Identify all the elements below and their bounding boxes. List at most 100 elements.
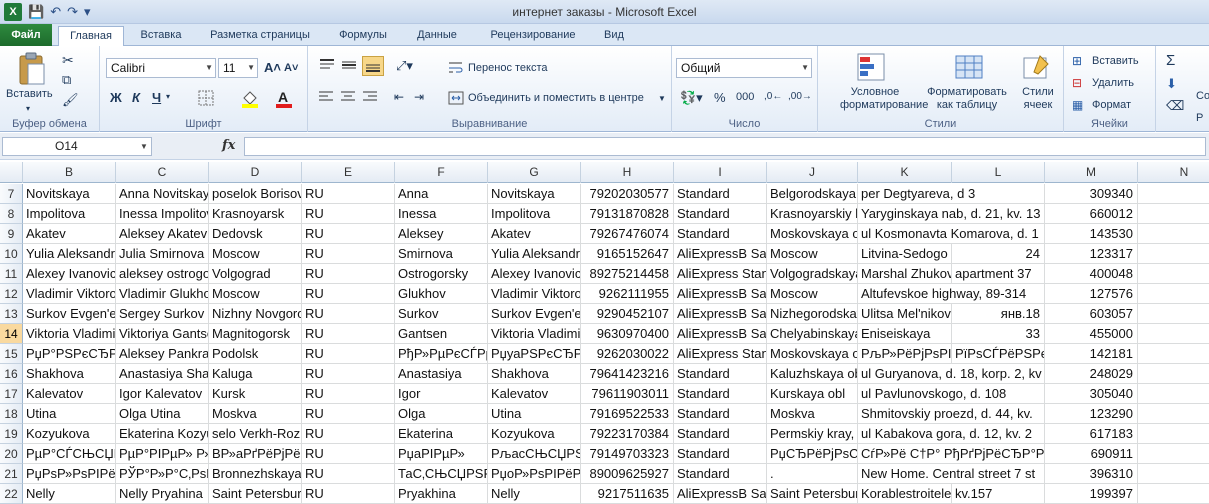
cell-f16[interactable]: Anastasiya bbox=[395, 364, 488, 384]
row-header[interactable]: 17 bbox=[0, 384, 23, 404]
cell-e10[interactable]: RU bbox=[302, 244, 395, 264]
cell-j14[interactable]: Chelyabinskaya bbox=[767, 324, 858, 344]
column-header[interactable]: D bbox=[209, 162, 302, 183]
cell-n13[interactable] bbox=[1138, 304, 1209, 324]
delete-cells-button[interactable]: Удалить bbox=[1092, 77, 1134, 89]
cell-c12[interactable]: Vladimir Glukhov bbox=[116, 284, 209, 304]
cell-n10[interactable] bbox=[1138, 244, 1209, 264]
cell-k7[interactable]: per Degtyareva, d 3 bbox=[858, 184, 1045, 204]
cell-e11[interactable]: RU bbox=[302, 264, 395, 284]
cell-b7[interactable]: Novitskaya bbox=[23, 184, 116, 204]
font-color-icon[interactable]: A bbox=[274, 88, 294, 108]
percent-button[interactable]: % bbox=[714, 90, 726, 105]
cell-d13[interactable]: Nizhny Novgorod bbox=[209, 304, 302, 324]
cell-d14[interactable]: Magnitogorsk bbox=[209, 324, 302, 344]
cell-c19[interactable]: Ekaterina Kozyukova bbox=[116, 424, 209, 444]
cell-n11[interactable] bbox=[1138, 264, 1209, 284]
cell-h13[interactable]: 9290452107 bbox=[581, 304, 674, 324]
cell-k9[interactable]: ul Kosmonavta Komarova, d. 1 bbox=[858, 224, 1045, 244]
paste-icon[interactable] bbox=[18, 52, 46, 86]
cell-j20[interactable]: РџСЂРёРјРѕСЂСЃРєРёР№ bbox=[767, 444, 858, 464]
cell-h15[interactable]: 9262030022 bbox=[581, 344, 674, 364]
cell-b10[interactable]: Yulia Aleksandrovna bbox=[23, 244, 116, 264]
cell-i18[interactable]: Standard bbox=[674, 404, 767, 424]
cell-b13[interactable]: Surkov Evgen'evich bbox=[23, 304, 116, 324]
cell-b22[interactable]: Nelly bbox=[23, 484, 116, 504]
insert-function-icon[interactable]: fx bbox=[222, 138, 235, 153]
cell-m17[interactable]: 305040 bbox=[1045, 384, 1138, 404]
cell-h8[interactable]: 79131870828 bbox=[581, 204, 674, 224]
cell-d8[interactable]: Krasnoyarsk bbox=[209, 204, 302, 224]
cell-g20[interactable]: РљасСЊСЏРЅРѕРІ bbox=[488, 444, 581, 464]
cell-j12[interactable]: Moscow bbox=[767, 284, 858, 304]
tab-home[interactable]: Главная bbox=[58, 26, 124, 46]
cell-h14[interactable]: 9630970400 bbox=[581, 324, 674, 344]
merge-dropdown-icon[interactable]: ▼ bbox=[658, 94, 666, 103]
cell-i8[interactable]: Standard bbox=[674, 204, 767, 224]
row-header[interactable]: 16 bbox=[0, 364, 23, 384]
column-header[interactable]: I bbox=[674, 162, 767, 183]
cell-b15[interactable]: РџР°РЅРєСЂР°С‚РѕРІ bbox=[23, 344, 116, 364]
row-header[interactable]: 22 bbox=[0, 484, 23, 504]
cell-b20[interactable]: РµР°СЃСЊСЏРЅРѕРІР° bbox=[23, 444, 116, 464]
align-center-icon[interactable] bbox=[340, 90, 356, 104]
cell-n15[interactable] bbox=[1138, 344, 1209, 364]
cell-b17[interactable]: Kalevatov bbox=[23, 384, 116, 404]
cell-h18[interactable]: 79169522533 bbox=[581, 404, 674, 424]
find-select-button[interactable]: Р bbox=[1196, 112, 1203, 124]
cell-e21[interactable]: RU bbox=[302, 464, 395, 484]
cell-g9[interactable]: Akatev bbox=[488, 224, 581, 244]
cell-n22[interactable] bbox=[1138, 484, 1209, 504]
name-box[interactable]: O14 bbox=[2, 137, 152, 156]
cell-d7[interactable]: poselok Borisovka bbox=[209, 184, 302, 204]
cell-n16[interactable] bbox=[1138, 364, 1209, 384]
cell-c14[interactable]: Viktoriya Gantsen bbox=[116, 324, 209, 344]
cell-g8[interactable]: Impolitova bbox=[488, 204, 581, 224]
cell-c17[interactable]: Igor Kalevatov bbox=[116, 384, 209, 404]
cell-b12[interactable]: Vladimir Viktorovich bbox=[23, 284, 116, 304]
cell-d15[interactable]: Podolsk bbox=[209, 344, 302, 364]
cell-i9[interactable]: Standard bbox=[674, 224, 767, 244]
cell-d17[interactable]: Kursk bbox=[209, 384, 302, 404]
cell-d9[interactable]: Dedovsk bbox=[209, 224, 302, 244]
row-header[interactable]: 12 bbox=[0, 284, 23, 304]
cell-g16[interactable]: Shakhova bbox=[488, 364, 581, 384]
row-header[interactable]: 14 bbox=[0, 324, 23, 344]
column-header[interactable]: J bbox=[767, 162, 858, 183]
column-header[interactable]: F bbox=[395, 162, 488, 183]
cell-j13[interactable]: Nizhegorodskaya bbox=[767, 304, 858, 324]
cell-m7[interactable]: 309340 bbox=[1045, 184, 1138, 204]
insert-cells-icon[interactable]: ⊞ bbox=[1072, 54, 1082, 68]
cell-m9[interactable]: 143530 bbox=[1045, 224, 1138, 244]
cell-k12[interactable]: Altufevskoe highway, 89-314 bbox=[858, 284, 1045, 304]
cell-k10[interactable]: Litvina-Sedogo bbox=[858, 244, 952, 264]
cell-g7[interactable]: Novitskaya bbox=[488, 184, 581, 204]
row-header[interactable]: 19 bbox=[0, 424, 23, 444]
cell-c7[interactable]: Anna Novitskaya bbox=[116, 184, 209, 204]
cell-g11[interactable]: Alexey Ivanovich bbox=[488, 264, 581, 284]
cell-d20[interactable]: ВР»аРґРёРјРёСЂ bbox=[209, 444, 302, 464]
cell-e7[interactable]: RU bbox=[302, 184, 395, 204]
cell-e8[interactable]: RU bbox=[302, 204, 395, 224]
cell-j11[interactable]: Volgogradskaya bbox=[767, 264, 858, 284]
cell-e14[interactable]: RU bbox=[302, 324, 395, 344]
cell-h16[interactable]: 79641423216 bbox=[581, 364, 674, 384]
cell-d12[interactable]: Moscow bbox=[209, 284, 302, 304]
tab-insert[interactable]: Вставка bbox=[132, 26, 190, 46]
cell-c22[interactable]: Nelly Pryahina bbox=[116, 484, 209, 504]
cell-g21[interactable]: РџоР»РѕРІРёРЅРєР° bbox=[488, 464, 581, 484]
cell-i14[interactable]: AliExpressB Saver bbox=[674, 324, 767, 344]
cell-l11[interactable]: apartment 37 bbox=[952, 264, 1045, 284]
insert-cells-button[interactable]: Вставить bbox=[1092, 55, 1139, 67]
cell-j16[interactable]: Kaluzhskaya oblast bbox=[767, 364, 858, 384]
cell-i10[interactable]: AliExpressB Saver bbox=[674, 244, 767, 264]
row-header[interactable]: 10 bbox=[0, 244, 23, 264]
cell-j18[interactable]: Moskva bbox=[767, 404, 858, 424]
cell-k19[interactable]: ul Kabakova gora, d. 12, kv. 2 bbox=[858, 424, 1045, 444]
cell-l13[interactable]: янв.18 bbox=[952, 304, 1045, 324]
cell-m14[interactable]: 455000 bbox=[1045, 324, 1138, 344]
cell-i12[interactable]: AliExpressB Saver bbox=[674, 284, 767, 304]
cell-h17[interactable]: 79611903011 bbox=[581, 384, 674, 404]
cell-k20[interactable]: СѓР»Рё С†Р° РђРґРјРёСЂР°Р»Р° СРјРёСЂРЅ bbox=[858, 444, 1045, 464]
cell-m21[interactable]: 396310 bbox=[1045, 464, 1138, 484]
